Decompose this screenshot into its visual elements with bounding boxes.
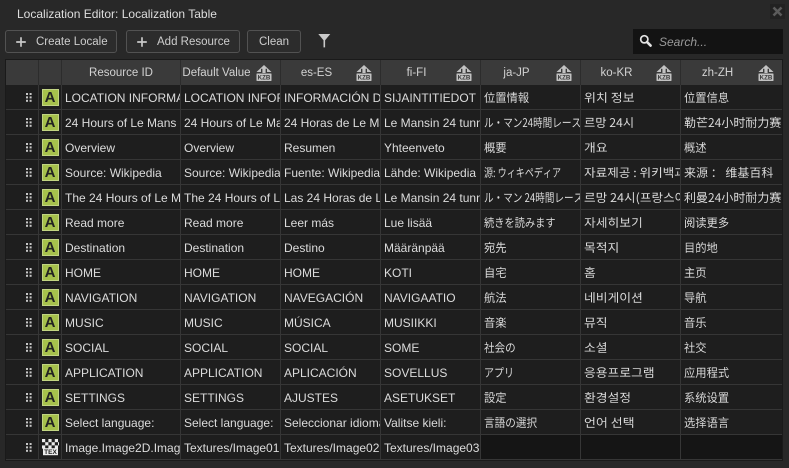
svg-text:TEX: TEX xyxy=(44,449,57,456)
svg-text:KZB: KZB xyxy=(258,74,271,80)
svg-text:KZB: KZB xyxy=(458,74,471,80)
svg-text:KZB: KZB xyxy=(558,74,571,80)
svg-text:KZB: KZB xyxy=(358,74,371,80)
svg-text:KZB: KZB xyxy=(760,74,773,80)
svg-text:KZB: KZB xyxy=(658,74,671,80)
